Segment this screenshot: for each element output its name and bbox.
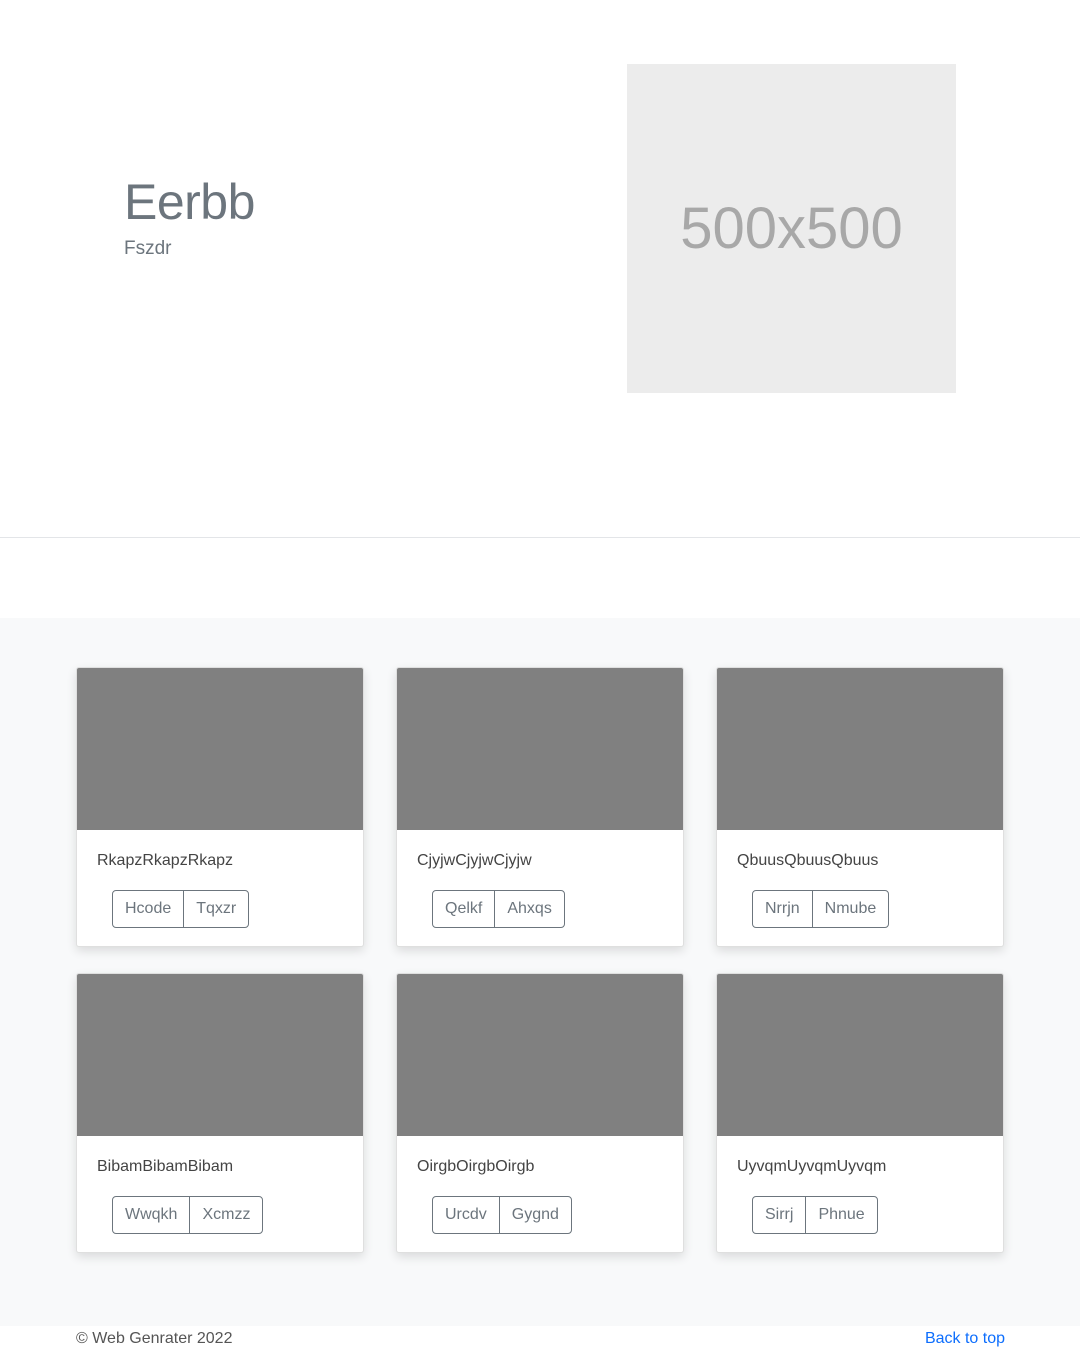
hero-section: Eerbb Fszdr 500x500: [0, 0, 1080, 537]
album-card: CjyjwCjyjwCjyjw Qelkf Ahxqs: [396, 667, 684, 947]
card-thumbnail: [397, 668, 683, 830]
footer-copyright: © Web Genrater 2022: [76, 1330, 233, 1347]
hero-title: Eerbb: [124, 174, 255, 230]
card-text: OirgbOirgbOirgb: [417, 1158, 535, 1175]
hero-subtitle: Fszdr: [124, 238, 172, 259]
card-button-group: Wwqkh Xcmzz: [112, 1196, 264, 1234]
card-button-edit[interactable]: Xcmzz: [189, 1196, 264, 1234]
card-button-edit[interactable]: Phnue: [805, 1196, 878, 1234]
album-section: RkapzRkapzRkapz Hcode Tqxzr CjyjwCjyjwCj…: [0, 618, 1080, 1326]
card-text: QbuusQbuusQbuus: [737, 852, 879, 869]
card-button-view[interactable]: Wwqkh: [112, 1196, 191, 1234]
card-button-group: Sirrj Phnue: [752, 1196, 878, 1234]
album-card: QbuusQbuusQbuus Nrrjn Nmube: [716, 667, 1004, 947]
card-text: RkapzRkapzRkapz: [97, 852, 234, 869]
card-button-view[interactable]: Qelkf: [432, 890, 496, 928]
card-text: BibamBibamBibam: [97, 1158, 234, 1175]
card-button-view[interactable]: Sirrj: [752, 1196, 807, 1234]
back-to-top-link[interactable]: Back to top: [925, 1330, 1005, 1348]
album-card: BibamBibamBibam Wwqkh Xcmzz: [76, 973, 364, 1253]
card-button-view[interactable]: Nrrjn: [752, 890, 813, 928]
card-button-edit[interactable]: Tqxzr: [183, 890, 250, 928]
card-button-group: Nrrjn Nmube: [752, 890, 890, 928]
card-button-group: Urcdv Gygnd: [432, 1196, 572, 1234]
album-card: OirgbOirgbOirgb Urcdv Gygnd: [396, 973, 684, 1253]
section-divider: [0, 537, 1080, 538]
card-text: UyvqmUyvqmUyvqm: [737, 1158, 887, 1175]
card-text: CjyjwCjyjwCjyjw: [417, 852, 532, 869]
card-thumbnail: [397, 974, 683, 1136]
card-thumbnail: [77, 974, 363, 1136]
card-button-view[interactable]: Urcdv: [432, 1196, 500, 1234]
card-thumbnail: [717, 668, 1003, 830]
card-thumbnail: [717, 974, 1003, 1136]
card-button-view[interactable]: Hcode: [112, 890, 185, 928]
hero-placeholder-label: 500x500: [680, 196, 903, 261]
card-thumbnail: [77, 668, 363, 830]
card-button-edit[interactable]: Nmube: [811, 890, 890, 928]
card-button-edit[interactable]: Gygnd: [498, 1196, 572, 1234]
album-card: RkapzRkapzRkapz Hcode Tqxzr: [76, 667, 364, 947]
card-button-group: Qelkf Ahxqs: [432, 890, 565, 928]
card-button-group: Hcode Tqxzr: [112, 890, 250, 928]
album-card: UyvqmUyvqmUyvqm Sirrj Phnue: [716, 973, 1004, 1253]
hero-placeholder-image: 500x500: [627, 64, 956, 393]
card-button-edit[interactable]: Ahxqs: [494, 890, 565, 928]
